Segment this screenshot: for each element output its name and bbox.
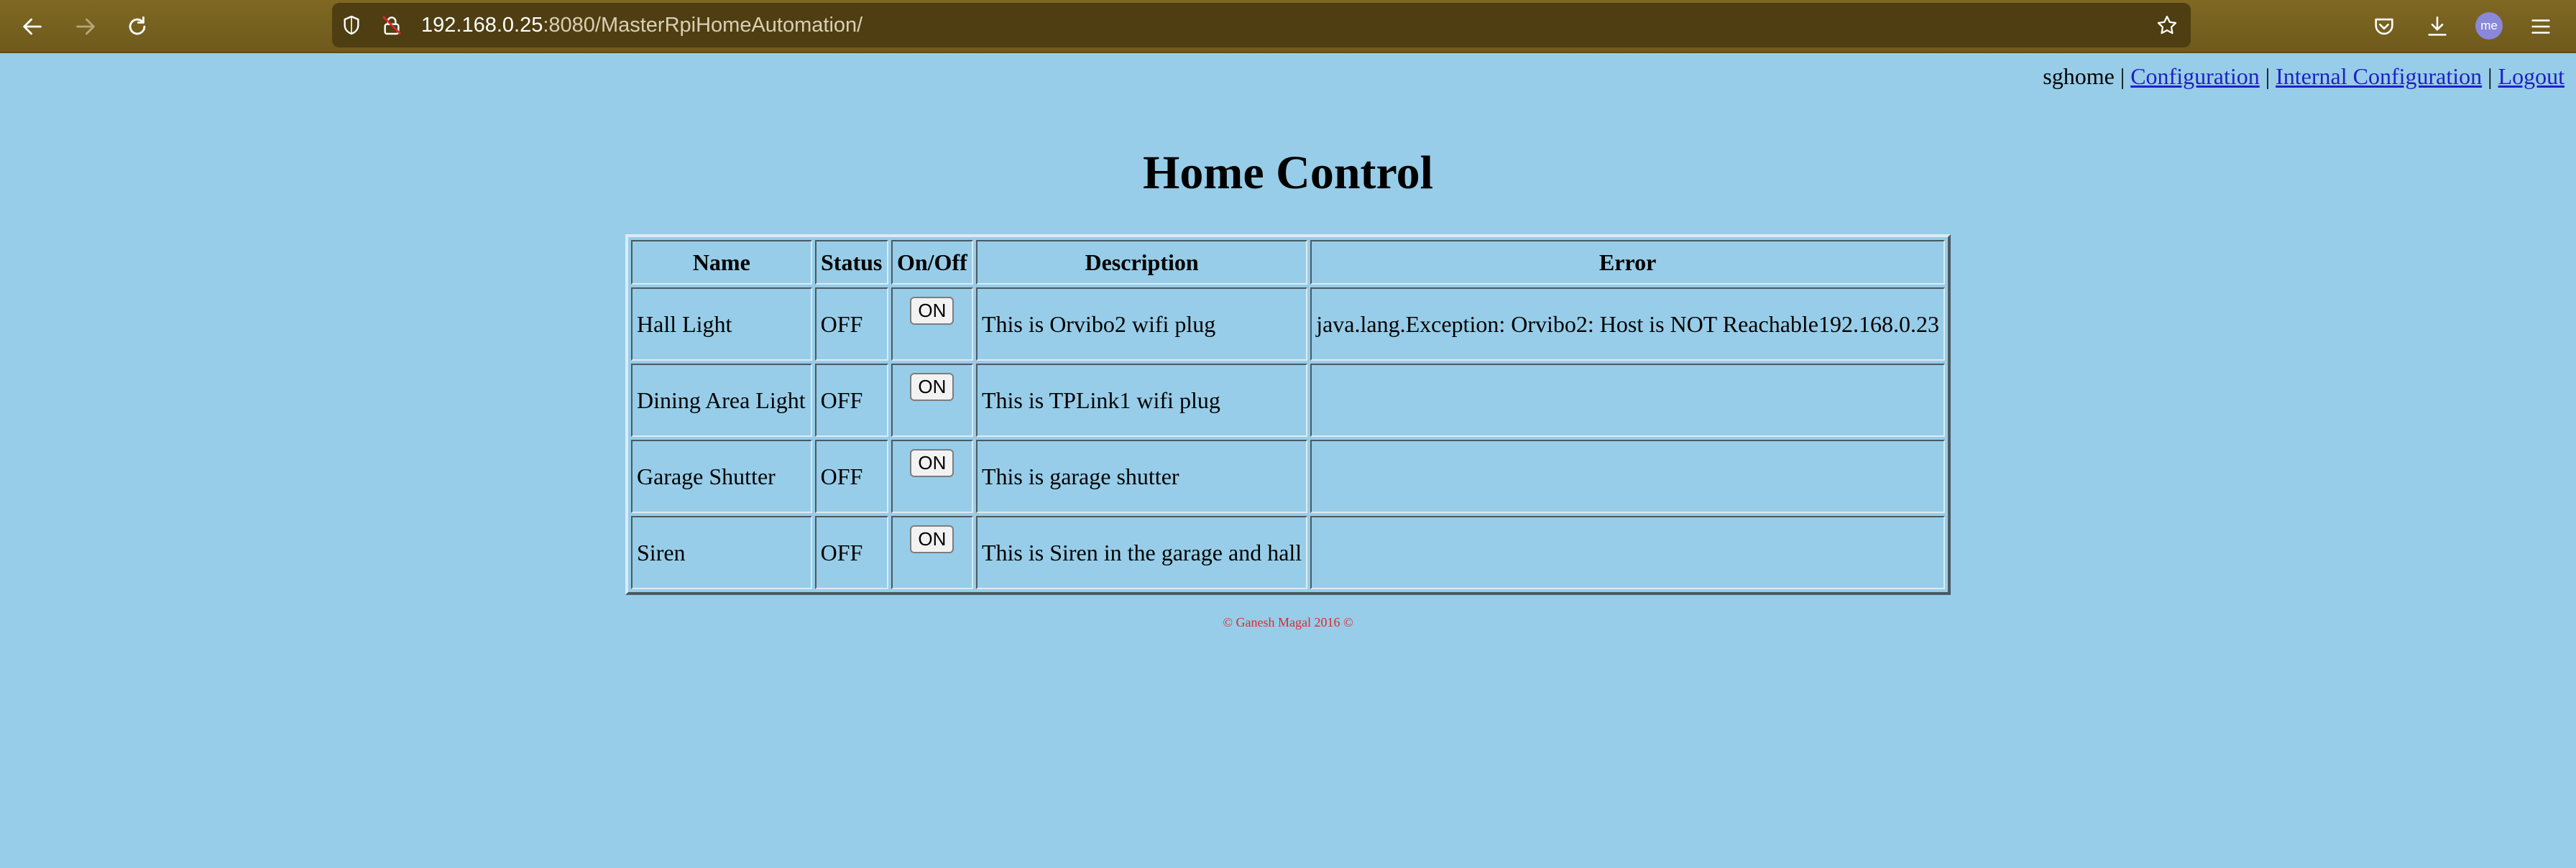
- star-icon[interactable]: [2155, 13, 2179, 37]
- copyright-footer: © Ganesh Magal 2016 ©: [1223, 615, 1353, 629]
- turn-on-button[interactable]: ON: [910, 449, 954, 477]
- configuration-link[interactable]: Configuration: [2130, 63, 2260, 89]
- nav-separator: |: [2114, 63, 2131, 89]
- column-header-description: Description: [975, 240, 1308, 285]
- logout-link[interactable]: Logout: [2498, 63, 2564, 89]
- url-text[interactable]: 192.168.0.25:8080/MasterRpiHomeAutomatio…: [421, 13, 862, 37]
- turn-on-button[interactable]: ON: [910, 373, 954, 401]
- onoff-cell: ON: [891, 364, 973, 437]
- device-status: OFF: [814, 440, 888, 513]
- user-nav: sghome | Configuration | Internal Config…: [2043, 63, 2564, 90]
- device-description: This is Orvibo2 wifi plug: [975, 287, 1308, 361]
- back-button[interactable]: [13, 7, 52, 46]
- device-name: Garage Shutter: [631, 440, 812, 513]
- device-description: This is garage shutter: [975, 440, 1308, 513]
- onoff-cell: ON: [891, 516, 973, 589]
- url-host: 192.168.0.25: [421, 14, 543, 37]
- pocket-icon: [2375, 18, 2393, 35]
- device-error: [1310, 440, 1945, 513]
- pocket-button[interactable]: [2365, 7, 2404, 46]
- device-error: java.lang.Exception: Orvibo2: Host is NO…: [1310, 287, 1945, 361]
- username: sghome: [2043, 63, 2115, 89]
- internal-configuration-link[interactable]: Internal Configuration: [2276, 63, 2482, 89]
- nav-separator: |: [2482, 63, 2498, 89]
- downloads-button[interactable]: [2418, 7, 2457, 46]
- column-header-status: Status: [814, 240, 888, 285]
- shield-icon[interactable]: [339, 13, 364, 37]
- table-header-row: Name Status On/Off Description Error: [631, 240, 1945, 285]
- device-error: [1310, 364, 1945, 437]
- device-name: Siren: [631, 516, 812, 589]
- table-row: Siren OFF ON This is Siren in the garage…: [631, 516, 1945, 589]
- back-arrow-icon: [23, 18, 42, 35]
- url-path: :8080/MasterRpiHomeAutomation/: [543, 14, 863, 37]
- column-header-error: Error: [1310, 240, 1945, 285]
- table-row: Dining Area Light OFF ON This is TPLink1…: [631, 364, 1945, 437]
- device-status: OFF: [814, 516, 888, 589]
- download-icon: [2428, 16, 2447, 36]
- onoff-cell: ON: [891, 287, 973, 361]
- app-menu-button[interactable]: [2521, 7, 2560, 46]
- account-avatar[interactable]: me: [2475, 12, 2503, 40]
- device-description: This is Siren in the garage and hall: [975, 516, 1308, 589]
- table-row: Hall Light OFF ON This is Orvibo2 wifi p…: [631, 287, 1945, 361]
- device-status: OFF: [814, 364, 888, 437]
- onoff-cell: ON: [891, 440, 973, 513]
- reload-icon: [129, 16, 146, 35]
- turn-on-button[interactable]: ON: [910, 297, 954, 325]
- browser-toolbar: 192.168.0.25:8080/MasterRpiHomeAutomatio…: [0, 0, 2576, 53]
- forward-arrow-icon: [76, 18, 95, 35]
- page-title: Home Control: [1143, 147, 1433, 199]
- table-row: Garage Shutter OFF ON This is garage shu…: [631, 440, 1945, 513]
- device-error: [1310, 516, 1945, 589]
- url-bar[interactable]: 192.168.0.25:8080/MasterRpiHomeAutomatio…: [332, 3, 2191, 47]
- insecure-lock-icon[interactable]: [380, 13, 404, 37]
- device-status: OFF: [814, 287, 888, 361]
- nav-separator: |: [2259, 63, 2276, 89]
- turn-on-button[interactable]: ON: [910, 525, 954, 553]
- reload-button[interactable]: [118, 7, 157, 46]
- device-name: Dining Area Light: [631, 364, 812, 437]
- menu-icon: [2531, 19, 2550, 34]
- device-description: This is TPLink1 wifi plug: [975, 364, 1308, 437]
- column-header-name: Name: [631, 240, 812, 285]
- forward-button[interactable]: [66, 7, 105, 46]
- devices-table: Name Status On/Off Description Error Hal…: [625, 234, 1951, 595]
- column-header-onoff: On/Off: [891, 240, 973, 285]
- device-name: Hall Light: [631, 287, 812, 361]
